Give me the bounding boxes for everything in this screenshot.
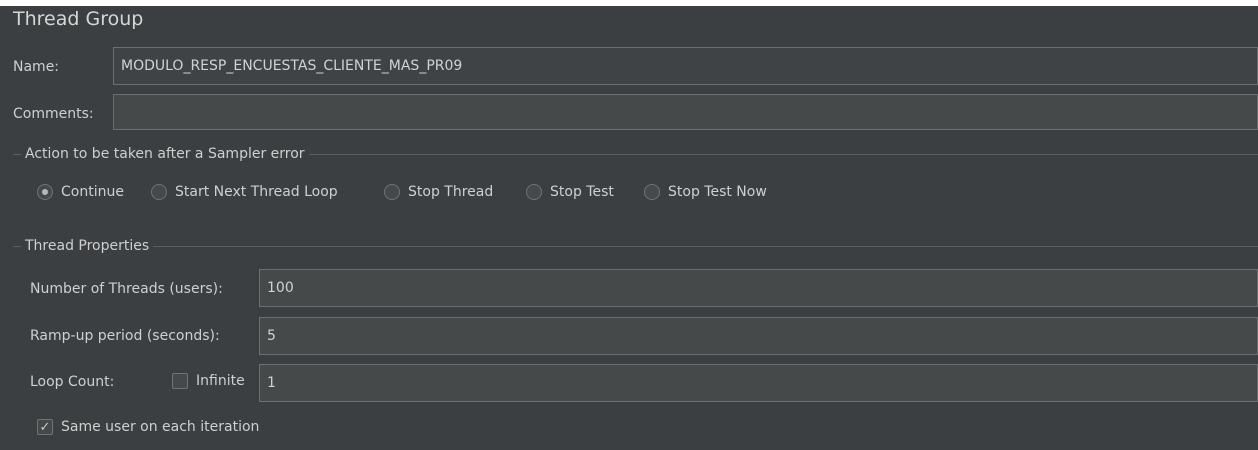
comments-label: Comments: — [13, 106, 94, 122]
sampler-error-legend: Action to be taken after a Sampler error — [21, 144, 309, 164]
ramp-up-label: Ramp-up period (seconds): — [30, 328, 220, 344]
radio-stop-test[interactable]: Stop Test — [526, 184, 614, 200]
num-threads-field[interactable]: 100 — [259, 269, 1258, 307]
infinite-checkbox[interactable]: Infinite — [172, 373, 245, 389]
comments-field[interactable] — [113, 94, 1258, 130]
loop-count-field[interactable]: 1 — [259, 364, 1258, 402]
num-threads-label: Number of Threads (users): — [30, 281, 223, 297]
radio-start-next-thread-loop[interactable]: Start Next Thread Loop — [151, 184, 338, 200]
radio-stop-test-now[interactable]: Stop Test Now — [644, 184, 767, 200]
radio-selected-icon — [37, 184, 53, 200]
radio-icon — [526, 184, 542, 200]
loop-count-label: Loop Count: — [30, 374, 115, 390]
panel-title: Thread Group — [13, 8, 144, 30]
radio-icon — [151, 184, 167, 200]
name-label: Name: — [13, 59, 60, 75]
radio-continue-label: Continue — [61, 184, 124, 200]
top-strip — [0, 0, 1258, 6]
radio-stop-thread[interactable]: Stop Thread — [384, 184, 493, 200]
checkmark-icon: ✓ — [37, 419, 53, 435]
radio-icon — [384, 184, 400, 200]
same-user-label: Same user on each iteration — [61, 419, 260, 435]
radio-start-next-thread-loop-label: Start Next Thread Loop — [175, 184, 338, 200]
same-user-checkbox[interactable]: ✓ Same user on each iteration — [37, 419, 259, 435]
radio-stop-test-now-label: Stop Test Now — [668, 184, 767, 200]
name-field[interactable]: MODULO_RESP_ENCUESTAS_CLIENTE_MAS_PR09 — [113, 47, 1258, 85]
radio-stop-thread-label: Stop Thread — [408, 184, 494, 200]
infinite-label: Infinite — [196, 373, 245, 389]
ramp-up-field[interactable]: 5 — [259, 317, 1258, 355]
radio-continue[interactable]: Continue — [37, 184, 124, 200]
thread-properties-legend: Thread Properties — [21, 236, 154, 256]
radio-icon — [644, 184, 660, 200]
thread-group-panel: Thread Group Name: MODULO_RESP_ENCUESTAS… — [0, 0, 1258, 450]
checkbox-unchecked-icon — [172, 373, 188, 389]
radio-stop-test-label: Stop Test — [550, 184, 614, 200]
